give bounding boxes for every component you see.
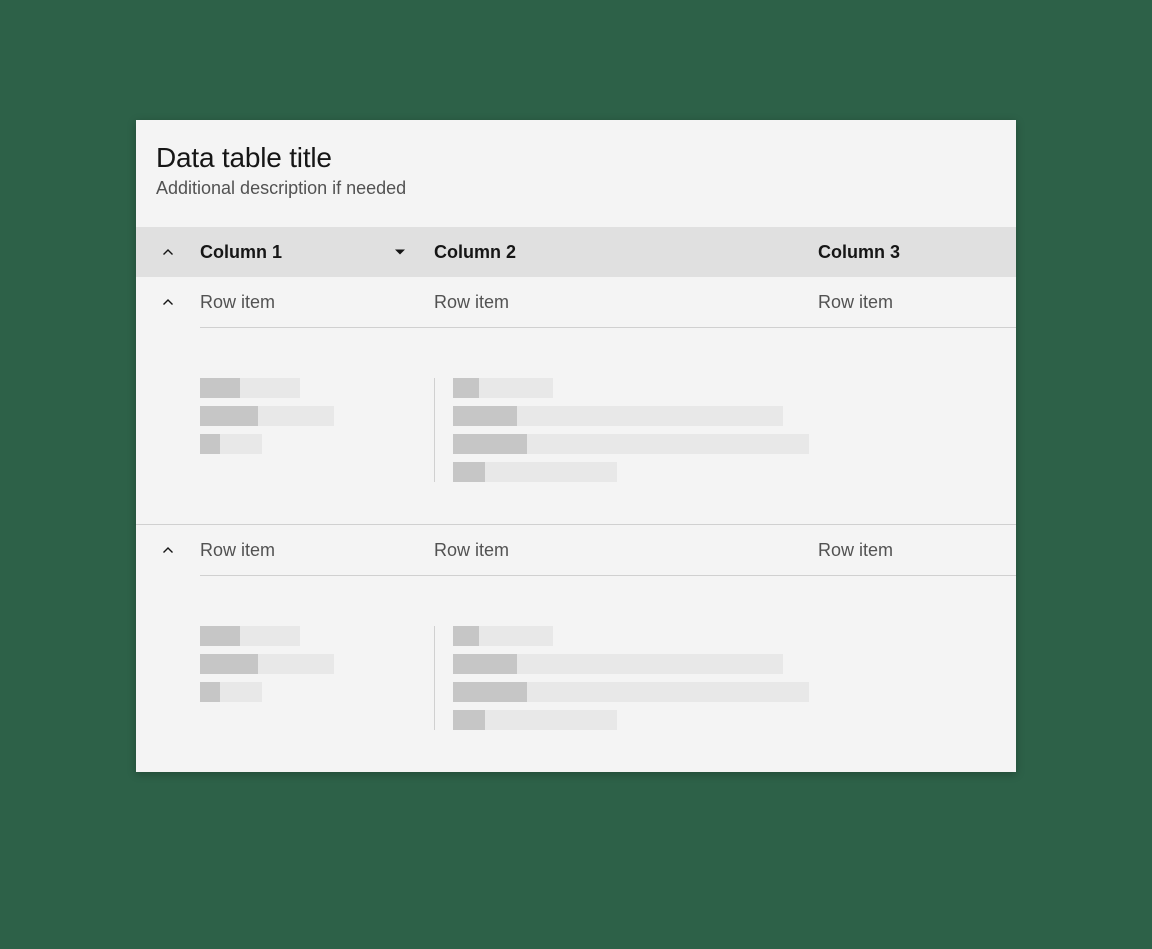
skeleton-placeholder (453, 626, 809, 730)
table-row: Row item Row item Row item (136, 525, 1016, 575)
row-expand-toggle[interactable] (136, 294, 200, 310)
chevron-up-icon (160, 294, 176, 310)
expand-all-toggle[interactable] (136, 244, 200, 260)
expanded-row-content (136, 328, 1016, 524)
cell-col1: Row item (200, 540, 275, 561)
sort-indicator[interactable] (394, 246, 406, 258)
cell-col1: Row item (200, 292, 275, 313)
caret-down-icon (394, 246, 406, 258)
skeleton-placeholder (200, 378, 334, 454)
expanded-row-content (136, 576, 1016, 772)
cell-col2: Row item (434, 540, 509, 561)
column-header-2[interactable]: Column 2 (434, 242, 516, 263)
table-column-header-row: Column 1 Column 2 Column 3 (136, 227, 1016, 277)
cell-col2: Row item (434, 292, 509, 313)
cell-col3: Row item (818, 292, 893, 313)
column-header-1[interactable]: Column 1 (200, 242, 282, 263)
chevron-up-icon (160, 244, 176, 260)
table-header: Data table title Additional description … (136, 120, 1016, 227)
table-row: Row item Row item Row item (136, 277, 1016, 327)
chevron-up-icon (160, 542, 176, 558)
skeleton-placeholder (200, 626, 334, 702)
table-title: Data table title (156, 142, 996, 174)
row-expand-toggle[interactable] (136, 542, 200, 558)
data-table-card: Data table title Additional description … (136, 120, 1016, 772)
table-subtitle: Additional description if needed (156, 178, 996, 199)
skeleton-placeholder (453, 378, 809, 482)
column-header-3[interactable]: Column 3 (818, 242, 900, 263)
cell-col3: Row item (818, 540, 893, 561)
